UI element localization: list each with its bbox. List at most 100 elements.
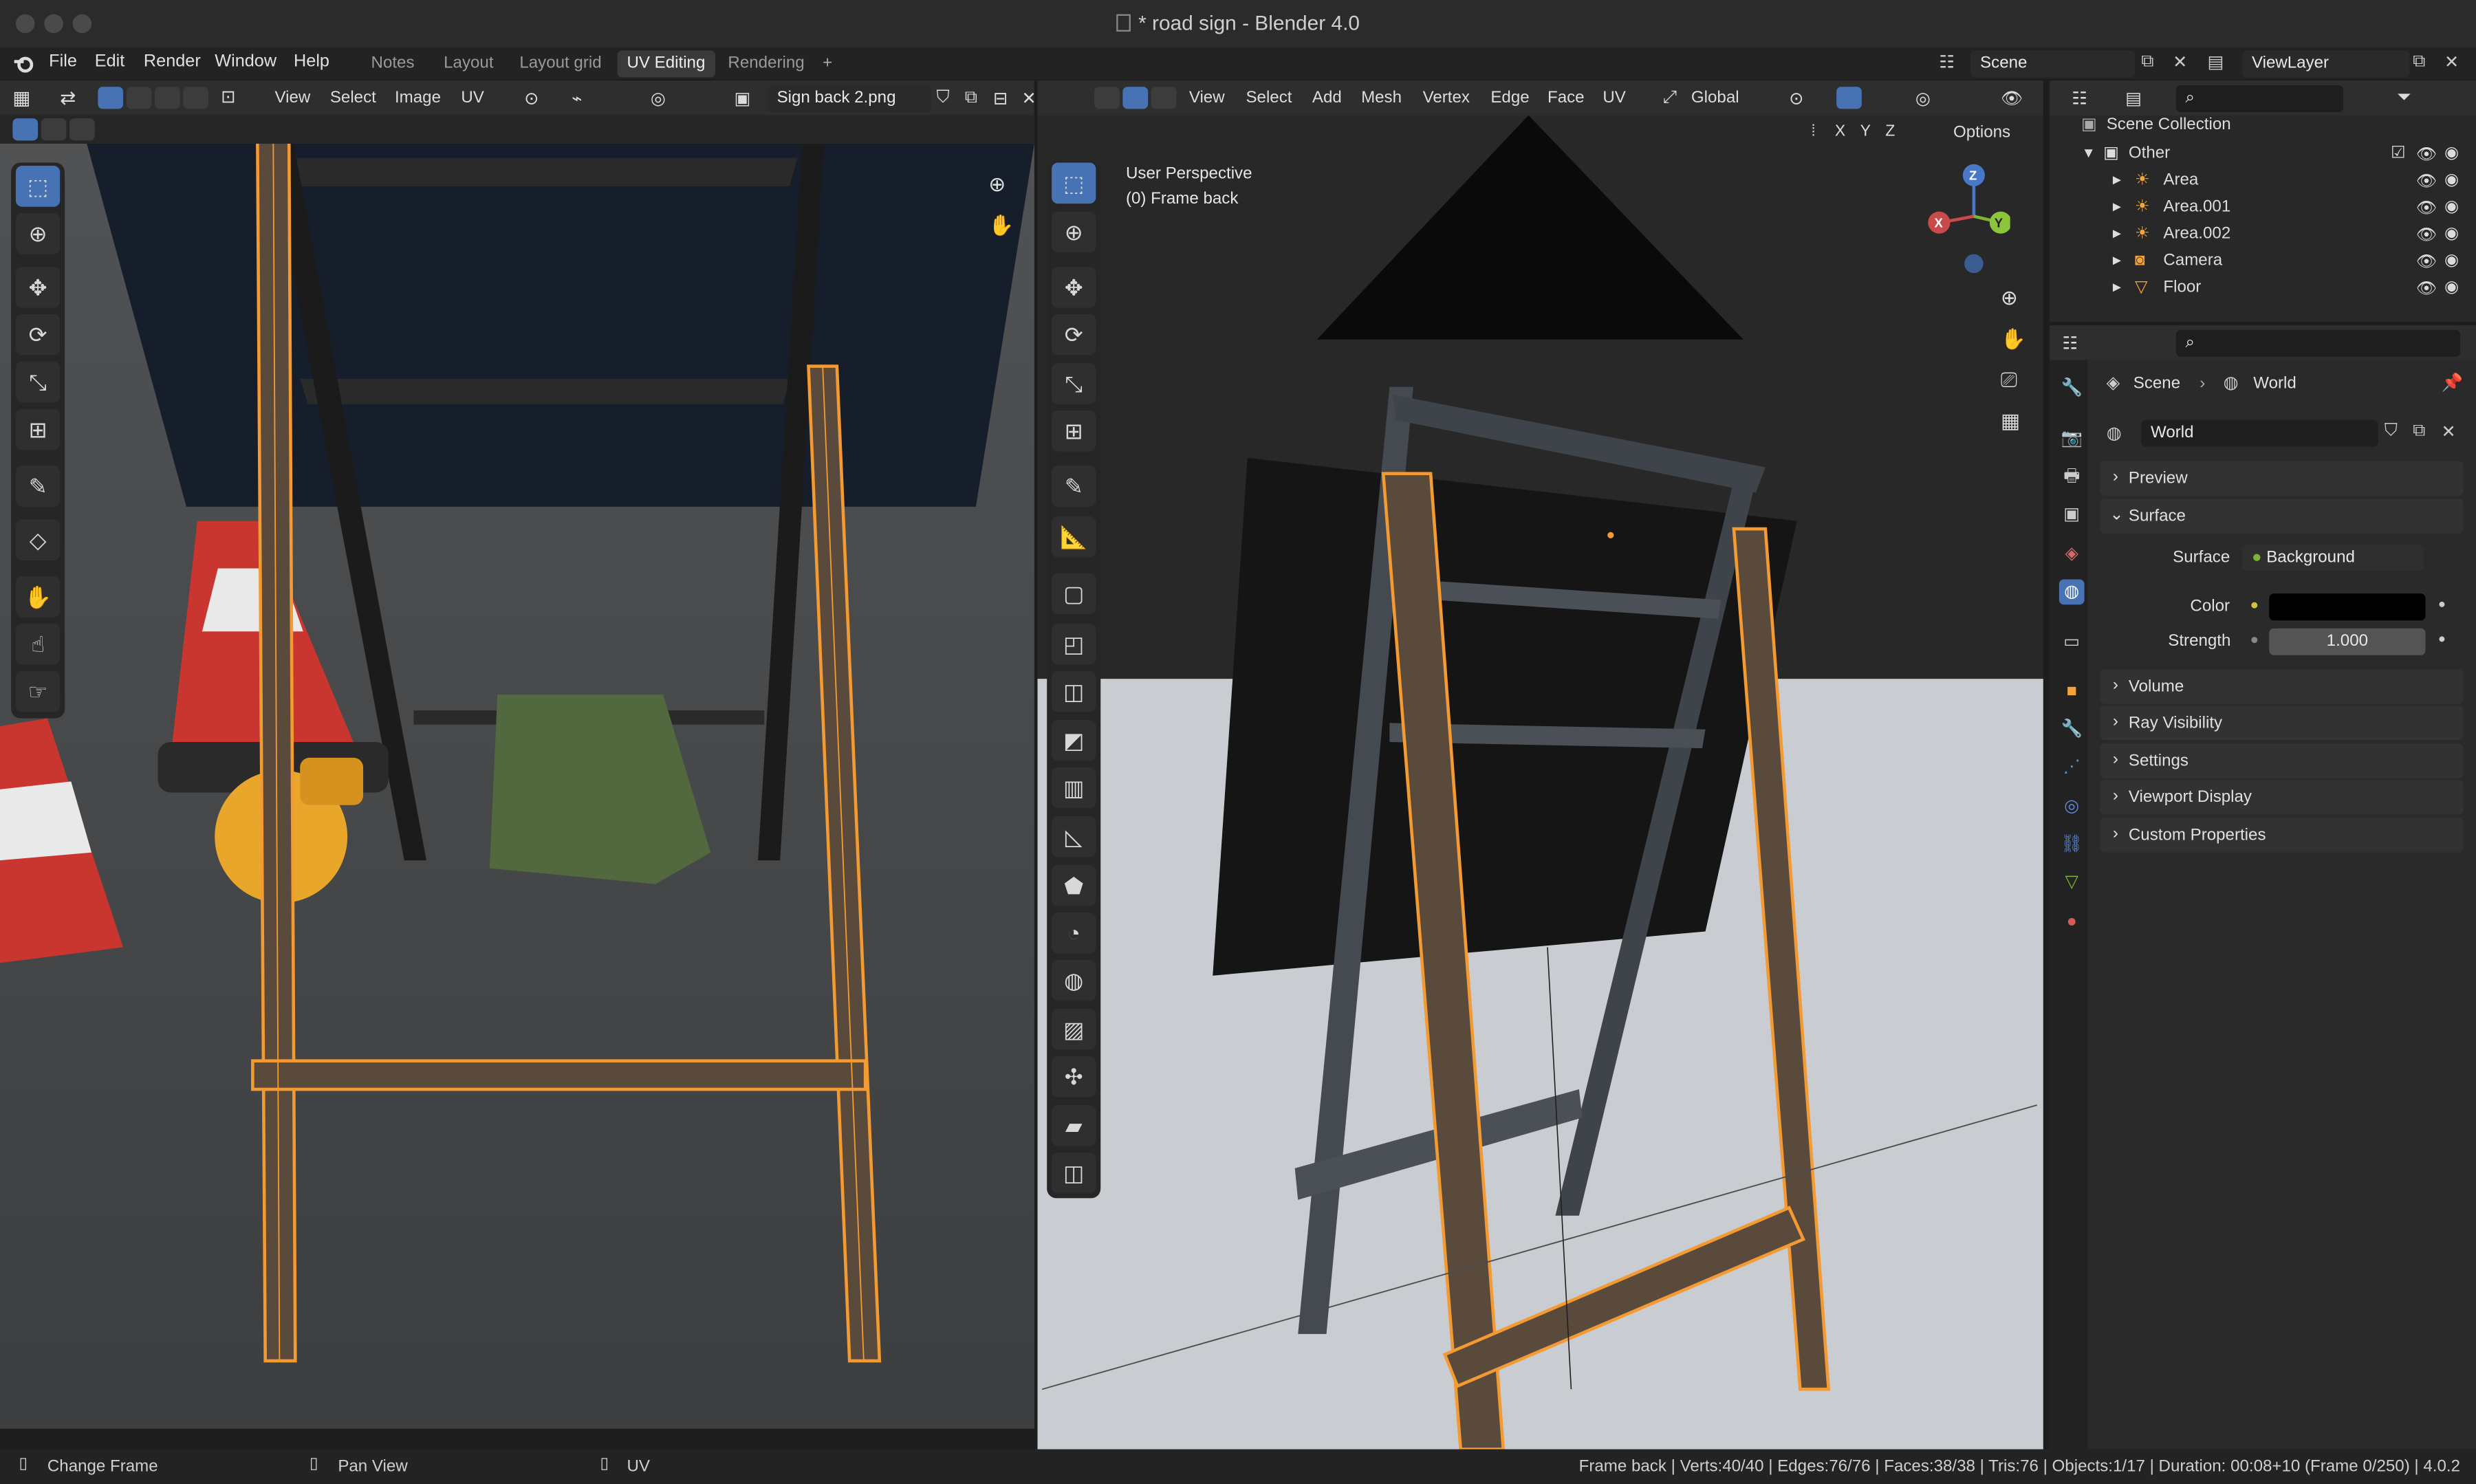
scene-tab-icon[interactable]: ◈ <box>2059 541 2085 567</box>
expand-icon[interactable]: ▾ <box>2085 144 2093 163</box>
uv-menu-select[interactable]: Select <box>330 89 376 108</box>
keyframe-dot-icon[interactable]: ● <box>2438 597 2446 611</box>
display-mode-icon[interactable]: ▤ <box>2125 89 2142 109</box>
breadcrumb-world[interactable]: World <box>2253 374 2296 393</box>
outliner-search-input[interactable]: ⌕ <box>2175 85 2344 112</box>
render-camera-icon[interactable]: ◉ <box>2444 197 2459 217</box>
constraints-tab-icon[interactable]: ⛓ <box>2059 832 2085 858</box>
outliner-row-area[interactable]: ▸ ☀ Area 👁 ◉ <box>2050 171 2476 197</box>
strength-field[interactable]: 1.000 <box>2269 628 2426 655</box>
zoom-view-icon[interactable]: ⊕ <box>988 172 1006 197</box>
view-layer-tab-icon[interactable]: ▣ <box>2059 502 2085 527</box>
vp-menu-select[interactable]: Select <box>1246 89 1292 108</box>
vp-grid-icon[interactable]: ▦ <box>2001 409 2020 435</box>
select-mode-new-button[interactable] <box>12 118 39 141</box>
pan-view-icon[interactable]: ✋ <box>988 213 1014 239</box>
sticky-mode-icon[interactable]: ⊡ <box>221 87 246 109</box>
delete-scene-icon[interactable]: ✕ <box>2173 52 2187 73</box>
vp-cursor-icon[interactable]: ⊕ <box>1052 211 1096 253</box>
scale-tool-icon[interactable]: ⤡ <box>15 361 61 403</box>
properties-search-input[interactable]: ⌕ <box>2175 329 2461 357</box>
viewlayer-icon[interactable]: ▤ <box>2208 52 2224 73</box>
viewlayer-field[interactable]: ViewLayer <box>2242 50 2410 78</box>
new-image-icon[interactable]: ⧉ <box>965 89 977 109</box>
vp-camera-icon[interactable]: ⎚ <box>2001 368 2017 393</box>
vp-extrude-icon[interactable]: ◰ <box>1052 623 1096 665</box>
filter-icon[interactable]: ⏷ <box>2397 89 2411 109</box>
visibility-eye-icon[interactable]: 👁 <box>2416 224 2437 245</box>
mode-face-button[interactable] <box>1151 87 1177 109</box>
vp-move-icon[interactable]: ✥ <box>1052 266 1096 308</box>
new-scene-icon[interactable]: ⧉ <box>2141 52 2153 73</box>
data-tab-icon[interactable]: ▽ <box>2059 870 2085 895</box>
add-workspace-button[interactable]: + <box>813 50 842 77</box>
expand-icon[interactable]: ▸ <box>2113 224 2121 243</box>
select-mode-extend-button[interactable] <box>41 118 67 141</box>
vp-menu-face[interactable]: Face <box>1548 89 1585 108</box>
pivot-point-icon[interactable]: ⊙ <box>1789 89 1803 109</box>
annotate-tool-icon[interactable]: ✎ <box>15 466 61 507</box>
modifier-tab-icon[interactable]: 🔧 <box>2059 717 2085 742</box>
strength-socket-icon[interactable]: ● <box>2250 631 2259 647</box>
visibility-eye-icon[interactable]: 👁 <box>2416 171 2437 191</box>
transform-tool-icon[interactable]: ⊞ <box>15 408 61 450</box>
tab-layout-grid[interactable]: Layout grid <box>510 50 611 77</box>
uv-sync-icon[interactable]: ⇄ <box>60 87 85 109</box>
vp-smooth-icon[interactable]: ◍ <box>1052 959 1096 1001</box>
outliner-type-icon[interactable]: ☷ <box>2072 89 2087 109</box>
vp-menu-view[interactable]: View <box>1189 89 1225 108</box>
image-browse-icon[interactable]: ▣ <box>735 89 751 109</box>
render-tab-icon[interactable]: 📷 <box>2059 426 2085 452</box>
uv-menu-image[interactable]: Image <box>395 89 441 108</box>
delete-viewlayer-icon[interactable]: ✕ <box>2444 52 2459 73</box>
render-camera-icon[interactable]: ◉ <box>2444 171 2459 190</box>
vp-annotate-icon[interactable]: ✎ <box>1052 466 1096 507</box>
vp-menu-edge[interactable]: Edge <box>1490 89 1529 108</box>
outliner-row-scene-collection[interactable]: ▣ Scene Collection <box>2050 116 2476 142</box>
particles-tab-icon[interactable]: ⋰ <box>2059 754 2085 780</box>
outliner-row-area-001[interactable]: ▸ ☀ Area.001 👁 ◉ <box>2050 197 2476 224</box>
render-camera-icon[interactable]: ◉ <box>2444 144 2459 163</box>
menu-render[interactable]: Render <box>144 52 201 72</box>
uv-menu-view[interactable]: View <box>274 89 310 108</box>
new-viewlayer-icon[interactable]: ⧉ <box>2413 52 2425 73</box>
vp-knife-icon[interactable]: ◺ <box>1052 816 1096 858</box>
expand-icon[interactable]: ▸ <box>2113 251 2121 270</box>
scene-selector-icon[interactable]: ☷ <box>1939 52 1964 74</box>
orientation-icon[interactable]: ⤢ <box>1663 89 1677 109</box>
grab-tool-icon[interactable]: ✋ <box>15 576 61 618</box>
viewport-3d[interactable]: ⬚ ⊕ ✥ ⟳ ⤡ ⊞ ✎ 📐 ▢ ◰ ◫ ◩ ▥ ◺ ⬟ ◔ ◍ ▨ ✣ ▰ … <box>1037 115 2043 1450</box>
pinch-tool-icon[interactable]: ☞ <box>15 670 61 712</box>
visibility-eye-icon[interactable]: 👁 <box>2416 144 2437 164</box>
vp-transform-icon[interactable]: ⊞ <box>1052 410 1096 452</box>
object-tab-icon[interactable]: ■ <box>2059 679 2085 704</box>
snap-toggle-button[interactable] <box>1836 87 1862 109</box>
mirror-y-toggle[interactable]: Y <box>1860 123 1871 140</box>
vp-scale-icon[interactable]: ⤡ <box>1052 363 1096 404</box>
visibility-eye-icon[interactable]: 👁 <box>2416 251 2437 272</box>
vp-menu-uv[interactable]: UV <box>1603 89 1626 108</box>
vp-shrink-icon[interactable]: ✣ <box>1052 1056 1096 1098</box>
options-dropdown[interactable]: Options <box>1953 123 2010 142</box>
vp-pan-icon[interactable]: ✋ <box>2001 327 2026 352</box>
expand-icon[interactable]: ▸ <box>2113 278 2121 297</box>
menu-window[interactable]: Window <box>215 52 276 72</box>
proportional-edit-vp-icon[interactable]: ◎ <box>1915 89 1931 109</box>
blender-logo-icon[interactable] <box>12 54 34 73</box>
vp-bevel-icon[interactable]: ◩ <box>1052 719 1096 761</box>
proportional-edit-icon[interactable]: ◎ <box>651 89 666 109</box>
world-name-field[interactable]: World <box>2141 419 2378 447</box>
breadcrumb-scene[interactable]: Scene <box>2133 374 2180 393</box>
collection-tab-icon[interactable]: ▭ <box>2059 630 2085 655</box>
render-camera-icon[interactable]: ◉ <box>2444 224 2459 243</box>
scene-field[interactable]: Scene <box>1970 50 2136 78</box>
menu-help[interactable]: Help <box>294 52 329 72</box>
checkbox-icon[interactable]: ☑ <box>2391 144 2406 163</box>
expand-icon[interactable]: ▸ <box>2113 197 2121 217</box>
mode-edge-button[interactable] <box>1122 87 1149 109</box>
snap-icon[interactable]: ⌁ <box>572 89 582 109</box>
mirror-icon[interactable]: ⁞ <box>1811 123 1815 140</box>
move-tool-icon[interactable]: ✥ <box>15 266 61 308</box>
visibility-eye-icon[interactable]: 👁 <box>2416 278 2437 298</box>
vp-add-cube-icon[interactable]: ▢ <box>1052 573 1096 615</box>
